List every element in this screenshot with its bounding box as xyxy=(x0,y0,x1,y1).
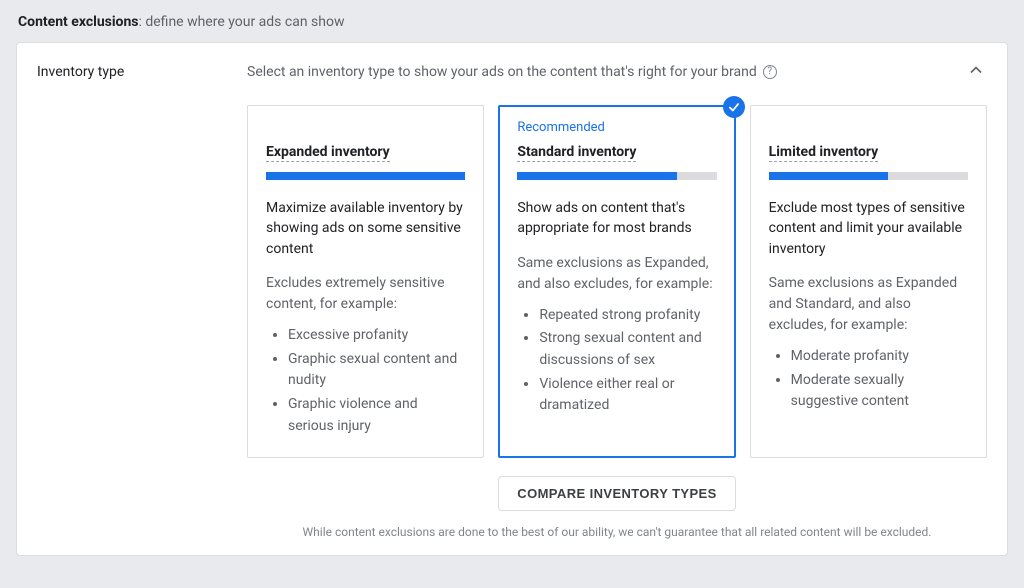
card-description: Show ads on content that's appropriate f… xyxy=(517,198,716,239)
inventory-bar xyxy=(266,172,465,180)
card-bullet-list: Excessive profanity Graphic sexual conte… xyxy=(266,325,465,437)
list-item: Repeated strong profanity xyxy=(539,305,716,327)
chevron-up-icon xyxy=(966,60,986,84)
card-description: Exclude most types of sensitive content … xyxy=(769,198,968,259)
list-item: Excessive profanity xyxy=(288,325,465,347)
panel-label: Inventory type xyxy=(37,64,247,80)
help-icon[interactable]: ? xyxy=(763,65,777,79)
inventory-type-panel: Inventory type Select an inventory type … xyxy=(16,42,1008,556)
inventory-bar-fill xyxy=(517,172,676,180)
inventory-card-standard[interactable]: Recommended Standard inventory Show ads … xyxy=(498,105,735,458)
card-title: Standard inventory xyxy=(517,144,636,162)
card-description: Maximize available inventory by showing … xyxy=(266,198,465,259)
inventory-bar-fill xyxy=(266,172,465,180)
inventory-bar xyxy=(517,172,716,180)
inventory-cards-row: Expanded inventory Maximize available in… xyxy=(247,105,987,458)
list-item: Violence either real or dramatized xyxy=(539,374,716,417)
inventory-card-limited[interactable]: Limited inventory Exclude most types of … xyxy=(750,105,987,458)
inventory-bar xyxy=(769,172,968,180)
list-item: Moderate sexually suggestive content xyxy=(791,370,968,413)
inventory-card-expanded[interactable]: Expanded inventory Maximize available in… xyxy=(247,105,484,458)
recommended-label: Recommended xyxy=(517,120,605,135)
list-item: Graphic sexual content and nudity xyxy=(288,349,465,392)
inventory-bar-fill xyxy=(769,172,889,180)
card-title: Expanded inventory xyxy=(266,144,390,162)
list-item: Moderate profanity xyxy=(791,346,968,368)
section-header: Content exclusions: define where your ad… xyxy=(0,0,1024,42)
section-subtitle: : define where your ads can show xyxy=(139,14,345,30)
list-item: Graphic violence and serious injury xyxy=(288,394,465,437)
section-title: Content exclusions xyxy=(18,14,139,30)
collapse-toggle[interactable] xyxy=(965,61,987,83)
card-title: Limited inventory xyxy=(769,144,879,162)
card-subtext: Excludes extremely sensitive content, fo… xyxy=(266,273,465,315)
selected-check-icon xyxy=(723,96,745,118)
card-subtext: Same exclusions as Expanded and Standard… xyxy=(769,273,968,336)
disclaimer-text: While content exclusions are done to the… xyxy=(247,525,987,539)
card-bullet-list: Repeated strong profanity Strong sexual … xyxy=(517,305,716,417)
card-bullet-list: Moderate profanity Moderate sexually sug… xyxy=(769,346,968,413)
card-subtext: Same exclusions as Expanded, and also ex… xyxy=(517,253,716,295)
panel-description: Select an inventory type to show your ad… xyxy=(247,64,757,80)
compare-inventory-types-button[interactable]: COMPARE INVENTORY TYPES xyxy=(498,476,735,511)
list-item: Strong sexual content and discussions of… xyxy=(539,328,716,371)
